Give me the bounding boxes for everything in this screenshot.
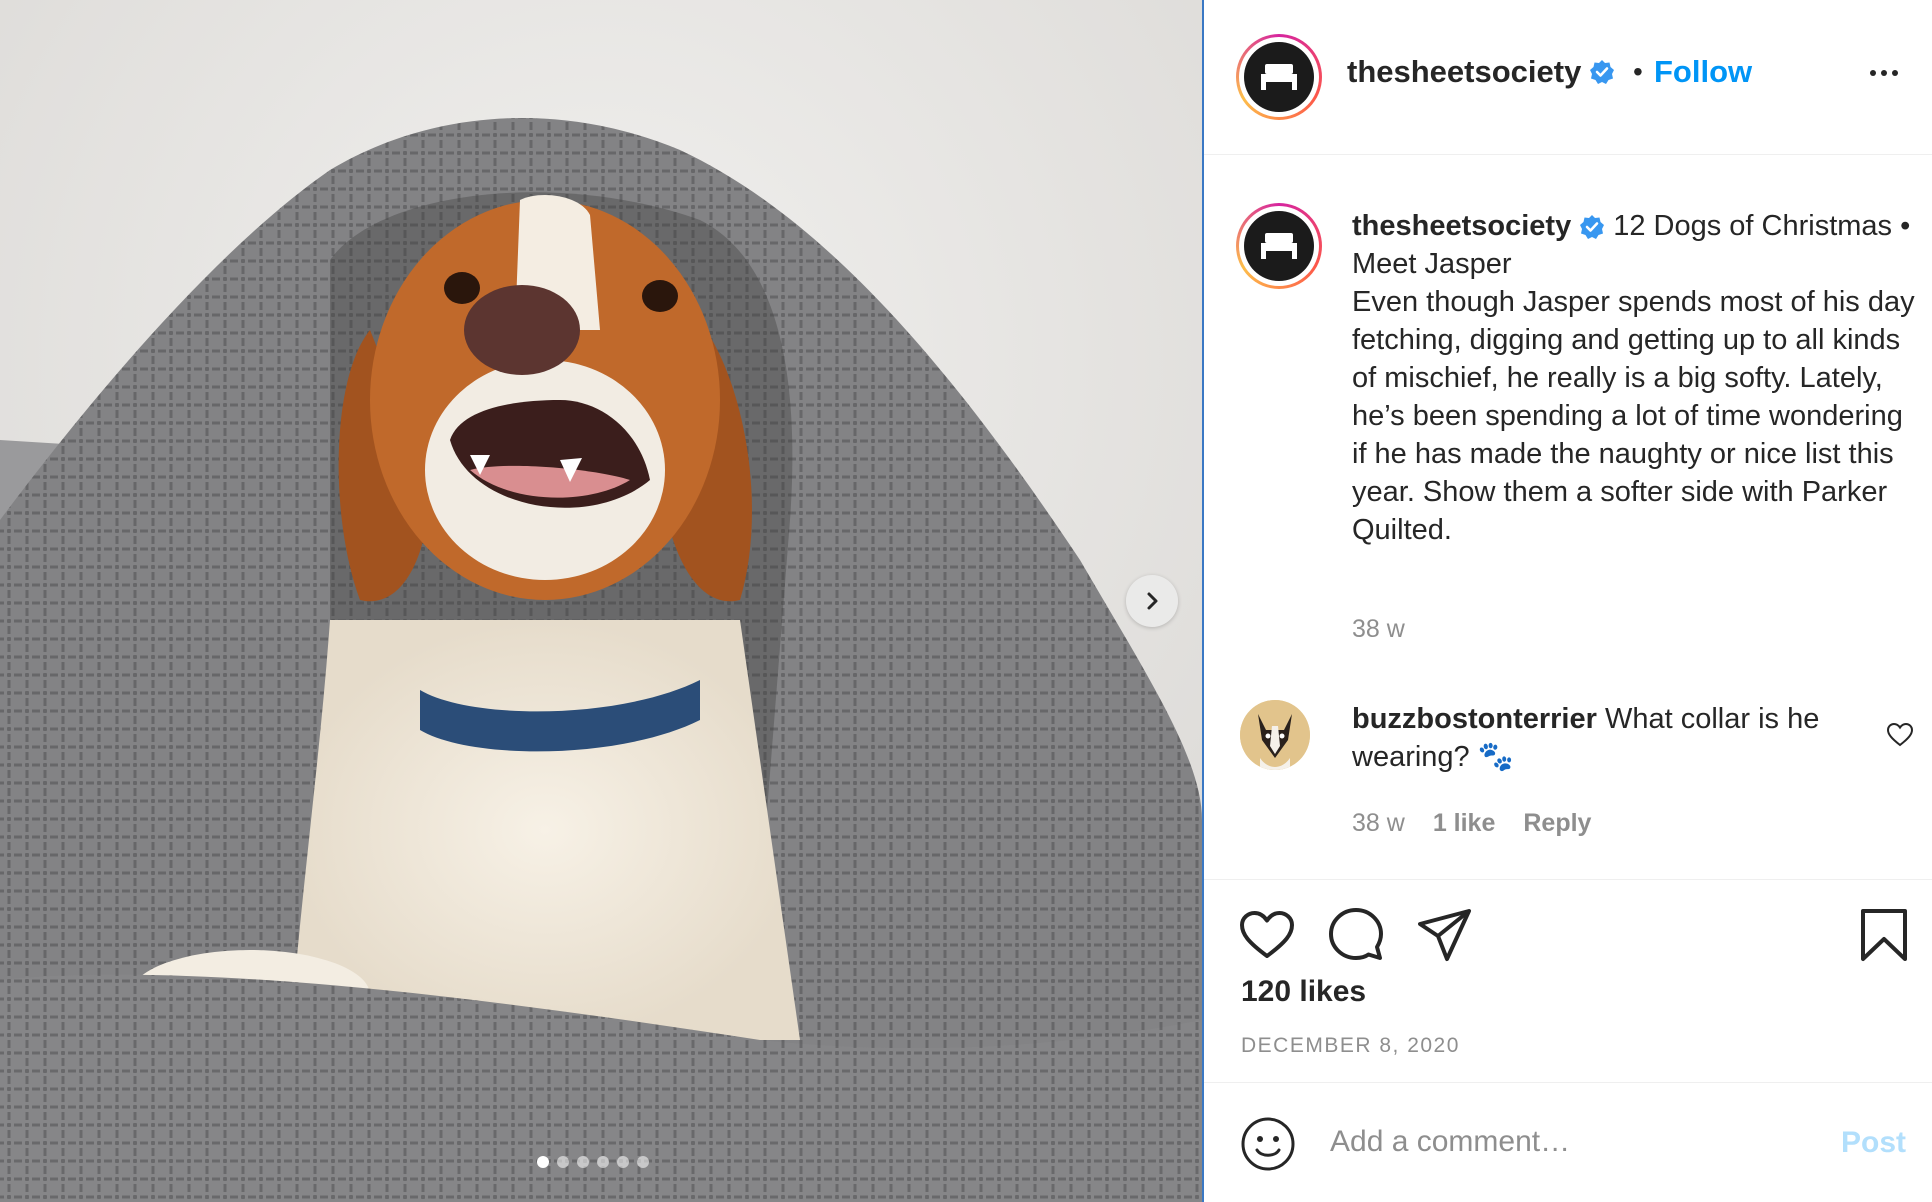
dog-under-blanket-image [0,0,1202,1202]
carousel-dot [537,1156,549,1168]
reply-button[interactable]: Reply [1523,809,1591,838]
carousel-dot [557,1156,569,1168]
emoji-icon [1241,1117,1295,1171]
bed-logo-icon [1261,64,1297,90]
bed-logo-icon [1261,233,1297,259]
comment-icon [1329,908,1383,960]
carousel-dot [637,1156,649,1168]
save-button[interactable] [1859,908,1909,967]
post-image[interactable] [0,0,1202,1202]
emoji-button[interactable] [1240,1116,1296,1177]
share-button[interactable] [1417,908,1473,967]
caption-timestamp[interactable]: 38 w [1352,615,1405,644]
verified-icon [1590,60,1615,84]
header-separator: • [1633,56,1643,87]
caption-username[interactable]: thesheetsociety [1352,210,1571,242]
comment-body: buzzbostonterrier What collar is he wear… [1352,700,1872,776]
caption-body: 12 Dogs of Christmas • Meet Jasper Even … [1352,210,1915,546]
follow-button[interactable]: Follow [1654,54,1752,90]
bookmark-icon [1861,909,1907,961]
comment-like-button[interactable] [1886,722,1914,752]
post-date[interactable]: DECEMBER 8, 2020 [1241,1034,1460,1058]
add-comment-bar: Post [1204,1082,1932,1202]
boston-terrier-avatar-image [1240,700,1310,770]
header-username[interactable]: thesheetsociety [1347,54,1581,90]
like-button[interactable] [1239,910,1295,965]
share-icon [1418,909,1471,961]
post-side-panel: thesheetsociety • Follow thesheetsociety… [1202,0,1932,1202]
post-header: thesheetsociety • Follow [1204,0,1932,155]
carousel-dot [577,1156,589,1168]
post-caption: thesheetsociety 12 Dogs of Christmas • M… [1352,207,1922,549]
carousel-dot [617,1156,629,1168]
carousel-dot [597,1156,609,1168]
post-comment-button[interactable]: Post [1841,1126,1906,1160]
header-avatar[interactable] [1236,34,1322,120]
comment-button[interactable] [1328,907,1384,968]
more-options-button[interactable] [1870,70,1898,76]
heart-icon [1886,722,1914,747]
chevron-right-icon [1147,592,1158,610]
next-slide-button[interactable] [1126,575,1178,627]
post-actions: 120 likes DECEMBER 8, 2020 [1204,879,1932,1082]
comment-input[interactable] [1328,1115,1812,1169]
comment-meta: 38 w 1 like Reply [1352,809,1591,838]
comment-likes[interactable]: 1 like [1433,809,1496,838]
comment-timestamp[interactable]: 38 w [1352,809,1405,838]
comments-section: thesheetsociety 12 Dogs of Christmas • M… [1204,155,1932,880]
more-icon [1870,70,1876,76]
commenter-avatar[interactable] [1240,700,1310,770]
comment-username[interactable]: buzzbostonterrier [1352,703,1597,735]
heart-icon [1240,911,1294,958]
verified-icon [1580,215,1605,240]
likes-count[interactable]: 120 likes [1241,975,1366,1009]
carousel-indicator [537,1156,649,1168]
caption-avatar[interactable] [1236,203,1322,289]
